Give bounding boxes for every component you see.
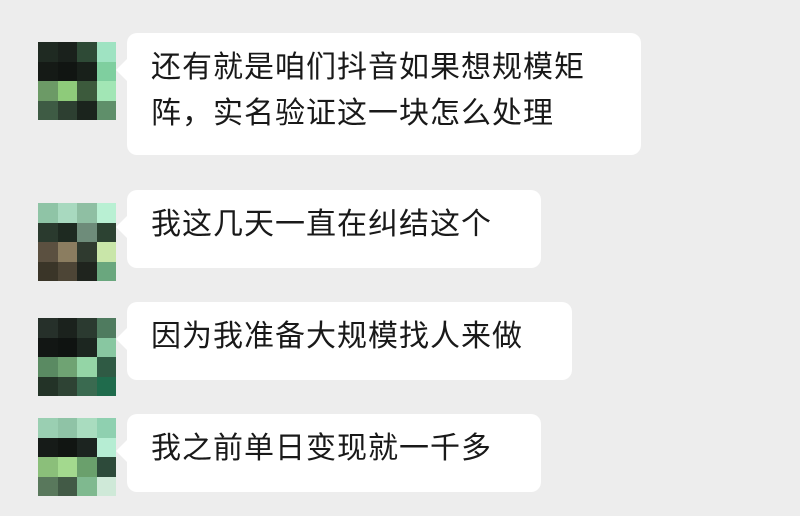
avatar[interactable]: [38, 318, 116, 396]
message-text: 我这几天一直在纠结这个: [151, 207, 492, 242]
avatar[interactable]: [38, 418, 116, 496]
message-bubble: 我这几天一直在纠结这个: [116, 190, 541, 268]
message-text: 因为我准备大规模找人来做: [151, 319, 523, 354]
avatar[interactable]: [38, 42, 116, 120]
message-bubble: 还有就是咱们抖音如果想规模矩阵，实名验证这一块怎么处理: [116, 33, 641, 155]
message-bubble: 因为我准备大规模找人来做: [116, 302, 572, 380]
message-bubble: 我之前单日变现就一千多: [116, 414, 541, 492]
message-text: 我之前单日变现就一千多: [151, 431, 492, 466]
avatar[interactable]: [38, 203, 116, 281]
message-text: 还有就是咱们抖音如果想规模矩阵，实名验证这一块怎么处理: [151, 50, 585, 131]
